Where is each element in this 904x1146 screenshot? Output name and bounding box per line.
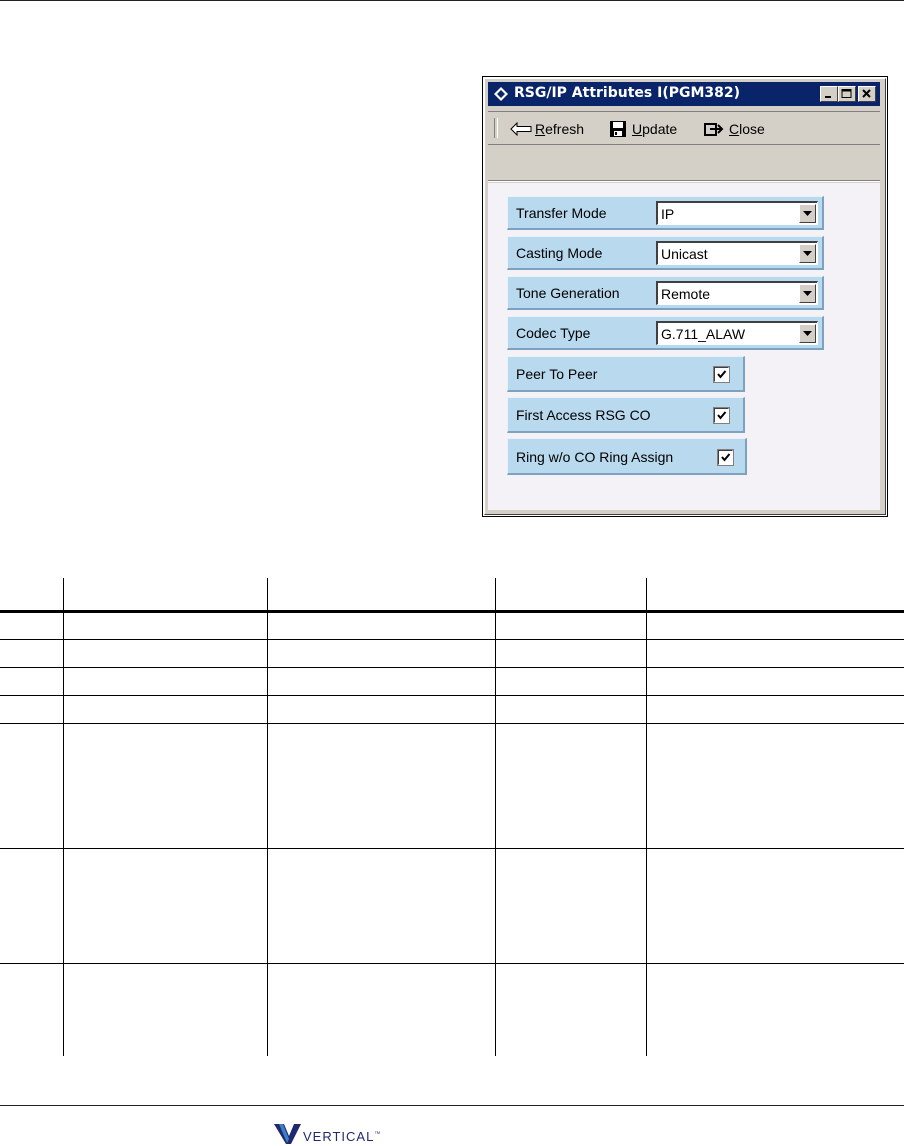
transfer-mode-row: Transfer Mode IP bbox=[507, 196, 824, 230]
peer-to-peer-row: Peer To Peer bbox=[507, 356, 745, 392]
chevron-down-icon bbox=[803, 211, 812, 216]
ring-wo-co-ring-assign-row: Ring w/o CO Ring Assign bbox=[507, 438, 747, 475]
table-row-rule bbox=[0, 723, 904, 724]
logo-wordmark: VERTICAL bbox=[303, 1129, 375, 1144]
table-row-rule bbox=[0, 639, 904, 640]
update-accel: U bbox=[632, 121, 643, 137]
table-row-rule bbox=[0, 695, 904, 696]
codec-type-select[interactable]: G.711_ALAW bbox=[656, 321, 818, 345]
tone-generation-value: Remote bbox=[661, 286, 711, 302]
transfer-mode-select[interactable]: IP bbox=[656, 201, 818, 225]
chevron-down-icon bbox=[803, 251, 812, 256]
first-access-rsg-co-label: First Access RSG CO bbox=[516, 407, 651, 423]
table-row-rule bbox=[0, 848, 904, 849]
attributes-panel: Transfer Mode IP Casting Mode Unicast To… bbox=[488, 183, 880, 510]
checkmark-icon bbox=[717, 411, 727, 420]
codec-type-label: Codec Type bbox=[516, 325, 591, 341]
table-column-rule bbox=[267, 578, 268, 1056]
window-title: RSG/IP Attributes I(PGM382) bbox=[514, 85, 741, 101]
dropdown-button[interactable] bbox=[799, 244, 816, 263]
table-header-rule bbox=[0, 610, 904, 613]
rsg-ip-attributes-window: RSG/IP Attributes I(PGM382) Refresh U pd… bbox=[484, 78, 886, 515]
ring-wo-co-ring-assign-label: Ring w/o CO Ring Assign bbox=[516, 449, 674, 465]
toolbar: Refresh Update Close bbox=[488, 111, 880, 145]
toolbar-separator bbox=[488, 180, 880, 182]
peer-to-peer-checkbox[interactable] bbox=[713, 366, 730, 383]
app-diamond-icon bbox=[494, 87, 508, 101]
dropdown-button[interactable] bbox=[799, 204, 816, 223]
tone-generation-select[interactable]: Remote bbox=[656, 281, 818, 305]
close-accel: C bbox=[729, 121, 740, 137]
minimize-button[interactable] bbox=[820, 86, 838, 102]
casting-mode-value: Unicast bbox=[661, 246, 708, 262]
minimize-icon bbox=[825, 96, 831, 98]
update-label: pdate bbox=[642, 121, 678, 137]
refresh-button[interactable]: Refresh bbox=[510, 120, 584, 138]
table-column-rule bbox=[63, 578, 64, 1056]
transfer-mode-value: IP bbox=[661, 206, 675, 222]
maximize-icon bbox=[841, 89, 852, 98]
checkmark-icon bbox=[717, 370, 727, 379]
table-row-rule bbox=[0, 667, 904, 668]
table-column-rule bbox=[495, 578, 496, 1056]
tone-generation-row: Tone Generation Remote bbox=[507, 276, 824, 310]
casting-mode-select[interactable]: Unicast bbox=[656, 241, 818, 265]
refresh-label: efresh bbox=[545, 121, 585, 137]
peer-to-peer-label: Peer To Peer bbox=[516, 366, 598, 382]
maximize-button[interactable] bbox=[838, 86, 856, 102]
refresh-accel: R bbox=[535, 121, 546, 137]
transfer-mode-label: Transfer Mode bbox=[516, 205, 607, 221]
tone-generation-label: Tone Generation bbox=[516, 285, 620, 301]
checkmark-icon bbox=[721, 453, 731, 462]
save-disk-icon bbox=[610, 121, 626, 137]
exit-door-icon bbox=[704, 123, 724, 136]
close-label: lose bbox=[739, 121, 765, 137]
close-button[interactable]: Close bbox=[704, 120, 765, 138]
chevron-down-icon bbox=[803, 331, 812, 336]
table-row-rule bbox=[0, 963, 904, 964]
vertical-logo-text: VERTICAL™ bbox=[303, 1129, 381, 1144]
page-bottom-rule bbox=[0, 1105, 904, 1106]
casting-mode-row: Casting Mode Unicast bbox=[507, 236, 824, 270]
table-column-rule bbox=[646, 578, 647, 1056]
ring-wo-co-ring-assign-checkbox[interactable] bbox=[717, 449, 734, 466]
dropdown-button[interactable] bbox=[799, 324, 816, 343]
page-top-rule bbox=[0, 0, 904, 1]
update-button[interactable]: Update bbox=[609, 120, 677, 138]
codec-type-value: G.711_ALAW bbox=[661, 326, 746, 342]
toolbar-grip[interactable] bbox=[494, 118, 498, 138]
title-bar[interactable]: RSG/IP Attributes I(PGM382) bbox=[488, 82, 880, 106]
chevron-down-icon bbox=[803, 291, 812, 296]
first-access-rsg-co-checkbox[interactable] bbox=[713, 407, 730, 424]
first-access-rsg-co-row: First Access RSG CO bbox=[507, 397, 745, 433]
close-window-button[interactable] bbox=[858, 86, 876, 102]
casting-mode-label: Casting Mode bbox=[516, 245, 603, 261]
back-arrow-icon bbox=[510, 122, 532, 136]
logo-trademark: ™ bbox=[374, 1131, 382, 1138]
codec-type-row: Codec Type G.711_ALAW bbox=[507, 316, 824, 350]
dropdown-button[interactable] bbox=[799, 284, 816, 303]
close-icon bbox=[862, 89, 871, 98]
